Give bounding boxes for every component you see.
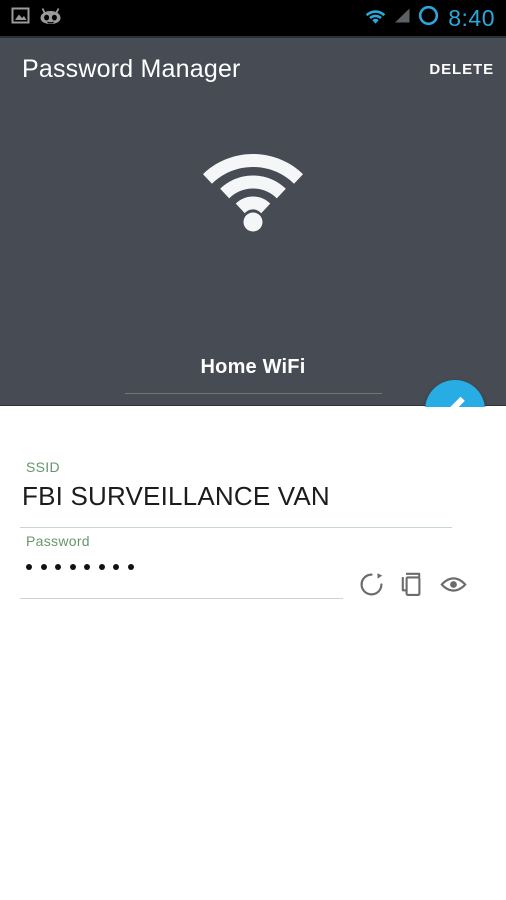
delete-button[interactable]: DELETE [429,61,506,78]
password-label: Password [26,533,90,549]
status-bar-left-icons [0,6,62,30]
eye-reveal-icon[interactable] [440,571,467,598]
ssid-underline [20,527,452,528]
entry-type-icon-wrap [0,150,506,237]
copy-icon[interactable] [399,571,426,598]
mask-dot [113,564,119,570]
entry-form: SSID FBI SURVEILLANCE VAN Password [0,407,506,900]
wifi-icon [201,150,305,237]
mask-dot [69,564,76,570]
mask-dot [84,564,90,570]
circle-ring-icon [418,5,439,31]
mask-dot [98,564,105,570]
regenerate-icon[interactable] [358,571,385,598]
photo-icon [11,6,30,30]
cyanogenmod-icon [39,7,62,30]
page-title: Password Manager [22,54,241,83]
mask-dot [55,564,61,570]
ssid-label: SSID [26,459,60,475]
ssid-value[interactable]: FBI SURVEILLANCE VAN [0,475,506,512]
entry-name: Home WiFi [200,356,306,378]
mask-dot [127,564,134,570]
hero-divider [125,393,382,394]
status-bar-right-icons: 8:40 [365,5,506,31]
wifi-signal-icon [365,7,386,29]
ssid-field-group: SSID FBI SURVEILLANCE VAN [0,459,506,528]
status-bar-clock: 8:40 [448,4,495,31]
password-action-bar [358,571,467,598]
entry-header: Password Manager DELETE Home WiFi WIFI [0,38,506,421]
app-bar: Password Manager DELETE [0,38,506,100]
password-underline [20,598,343,599]
mask-dot [26,564,32,570]
status-bar: 8:40 [0,0,506,36]
password-masked-value[interactable] [0,549,506,570]
password-field-group: Password [0,533,506,599]
cellular-signal-icon [393,7,411,29]
mask-dot [40,564,47,570]
